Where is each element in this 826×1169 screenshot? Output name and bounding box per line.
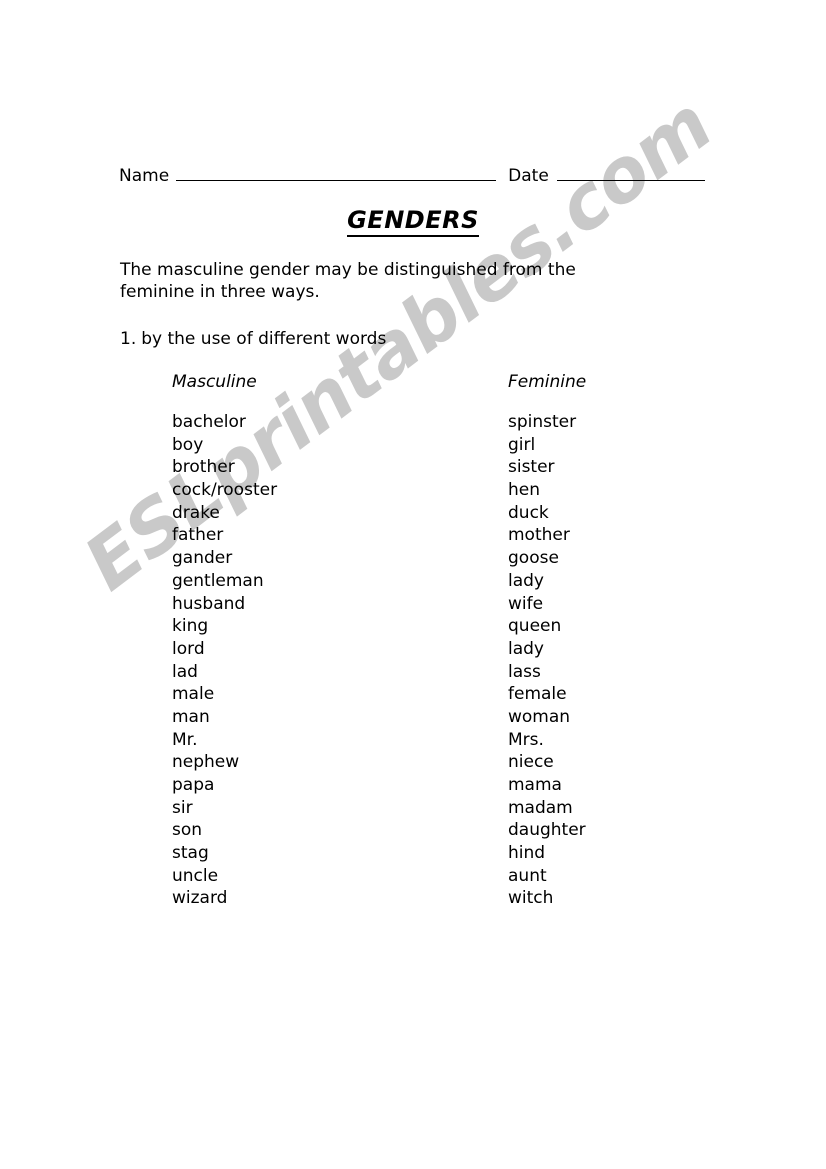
- feminine-word: aunt: [508, 865, 547, 886]
- table-body: bachelor spinster boy girl brother sister cock…: [172, 412, 692, 911]
- table-header-row: Masculine Feminine: [172, 372, 692, 394]
- masculine-word: brother: [172, 457, 235, 478]
- date-label: Date: [508, 166, 549, 186]
- date-input-line[interactable]: [556, 167, 705, 181]
- masculine-word: king: [172, 616, 209, 637]
- table-row: boy girl: [172, 435, 692, 458]
- feminine-word: girl: [508, 434, 536, 455]
- table-row: stag hind: [172, 843, 692, 866]
- rule-text: by the use of different words: [141, 329, 387, 349]
- feminine-word: lady: [508, 570, 544, 591]
- name-input-line[interactable]: [176, 167, 497, 181]
- masculine-word: sir: [172, 797, 193, 818]
- feminine-word: spinster: [508, 412, 577, 432]
- table-row: gentleman lady: [172, 571, 692, 594]
- table-row: sir madam: [172, 798, 692, 821]
- table-row: father mother: [172, 525, 692, 548]
- table-row: king queen: [172, 616, 692, 639]
- feminine-word: hind: [508, 843, 546, 864]
- feminine-word: niece: [508, 752, 554, 773]
- table-row: man woman: [172, 707, 692, 730]
- table-row: gander goose: [172, 548, 692, 571]
- table-row: husband wife: [172, 594, 692, 617]
- masculine-word: wizard: [172, 888, 228, 909]
- masculine-word: boy: [172, 434, 204, 455]
- masculine-word: lord: [172, 638, 205, 659]
- table-row: cock/rooster hen: [172, 480, 692, 503]
- name-label: Name: [119, 166, 170, 186]
- page-title-text: GENDERS: [347, 206, 479, 237]
- feminine-word: female: [508, 684, 567, 705]
- table-row: lord lady: [172, 639, 692, 662]
- table-row: son daughter: [172, 820, 692, 843]
- feminine-word: Mrs.: [508, 729, 544, 750]
- table-row: Mr. Mrs.: [172, 730, 692, 753]
- table-row: uncle aunt: [172, 866, 692, 889]
- table-row: bachelor spinster: [172, 412, 692, 435]
- masculine-word: man: [172, 706, 210, 727]
- masculine-word: cock/rooster: [172, 480, 278, 501]
- table-row: drake duck: [172, 503, 692, 526]
- word-pairs-table: Masculine Feminine bachelor spinster boy gi…: [172, 372, 692, 911]
- table-row: wizard witch: [172, 888, 692, 911]
- masculine-word: male: [172, 684, 215, 705]
- feminine-word: daughter: [508, 820, 586, 841]
- masculine-word: husband: [172, 593, 246, 614]
- feminine-word: witch: [508, 888, 554, 909]
- masculine-word: nephew: [172, 752, 240, 773]
- column-header-feminine: Feminine: [508, 372, 587, 392]
- masculine-word: stag: [172, 843, 209, 864]
- feminine-word: woman: [508, 706, 571, 727]
- table-row: brother sister: [172, 457, 692, 480]
- feminine-word: mama: [508, 775, 562, 795]
- column-header-masculine: Masculine: [172, 372, 257, 392]
- table-row: nephew niece: [172, 752, 692, 775]
- masculine-word: son: [172, 820, 203, 841]
- masculine-word: uncle: [172, 865, 219, 886]
- feminine-word: lady: [508, 638, 544, 659]
- masculine-word: bachelor: [172, 412, 246, 432]
- name-date-row: Name Date: [119, 166, 709, 186]
- feminine-word: goose: [508, 548, 559, 569]
- table-row: papa mama: [172, 775, 692, 798]
- table-row: male female: [172, 684, 692, 707]
- worksheet-page: ESLprintables.com Name Date GENDERS The …: [0, 0, 826, 1169]
- rule-item-1: 1. by the use of different words: [120, 329, 386, 349]
- masculine-word: papa: [172, 775, 215, 795]
- masculine-word: drake: [172, 502, 220, 523]
- masculine-word: gentleman: [172, 570, 264, 591]
- masculine-word: lad: [172, 661, 198, 682]
- feminine-word: mother: [508, 525, 570, 546]
- page-title: GENDERS: [0, 206, 826, 237]
- masculine-word: gander: [172, 548, 233, 569]
- masculine-word: Mr.: [172, 729, 198, 750]
- rule-number: 1.: [120, 329, 137, 349]
- feminine-word: lass: [508, 661, 541, 682]
- feminine-word: queen: [508, 616, 562, 637]
- masculine-word: father: [172, 525, 224, 546]
- feminine-word: duck: [508, 502, 549, 523]
- feminine-word: madam: [508, 797, 573, 818]
- feminine-word: wife: [508, 593, 544, 614]
- intro-paragraph: The masculine gender may be distinguishe…: [120, 260, 576, 302]
- table-row: lad lass: [172, 662, 692, 685]
- feminine-word: hen: [508, 480, 541, 501]
- feminine-word: sister: [508, 457, 555, 478]
